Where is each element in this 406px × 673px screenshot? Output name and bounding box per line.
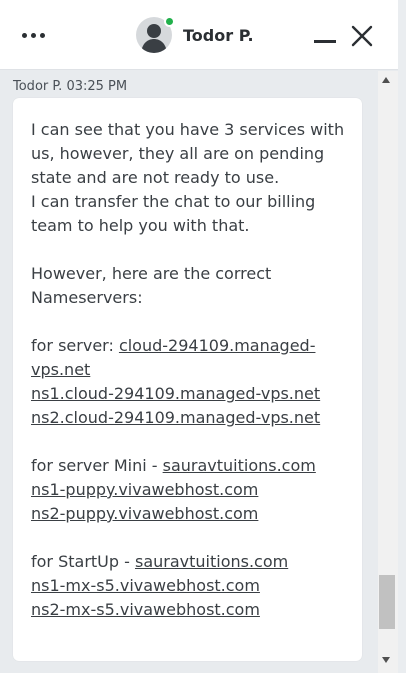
online-status-dot: [164, 16, 175, 27]
server-ns1-link[interactable]: ns1.cloud-294109.managed-vps.net: [31, 384, 320, 403]
close-icon[interactable]: [350, 24, 374, 48]
mini-ns2-link[interactable]: ns2-puppy.vivawebhost.com: [31, 504, 258, 523]
scroll-down-arrow-icon[interactable]: [382, 657, 390, 663]
server-ns2-link[interactable]: ns2.cloud-294109.managed-vps.net: [31, 408, 320, 427]
startup-domain-link[interactable]: sauravtuitions.com: [135, 552, 288, 571]
mini-line: for server Mini - sauravtuitions.com: [31, 454, 352, 478]
mini-ns1-link[interactable]: ns1-puppy.vivawebhost.com: [31, 480, 258, 499]
agent-info: Todor P.: [136, 16, 254, 54]
message-text: However, here are the correct Nameserver…: [31, 264, 272, 307]
server-line: for server: cloud-294109.managed-vps.net: [31, 334, 352, 382]
startup-ns1-link[interactable]: ns1-mx-s5.vivawebhost.com: [31, 576, 260, 595]
message-meta: Todor P. 03:25 PM: [13, 79, 128, 94]
message-bubble: I can see that you have 3 services with …: [13, 98, 362, 661]
minimize-icon[interactable]: [314, 40, 336, 43]
startup-label: for StartUp -: [31, 552, 135, 571]
mini-domain-link[interactable]: sauravtuitions.com: [163, 456, 316, 475]
message-text: I can see that you have 3 services with …: [31, 120, 345, 187]
window-edge: [398, 0, 406, 673]
more-options-icon[interactable]: [20, 28, 48, 42]
agent-name: Todor P.: [183, 25, 254, 45]
chat-header: Todor P.: [0, 0, 398, 70]
startup-ns2-link[interactable]: ns2-mx-s5.vivawebhost.com: [31, 600, 260, 619]
message-text: I can transfer the chat to our billing t…: [31, 192, 316, 235]
mini-label: for server Mini -: [31, 456, 163, 475]
server-label: for server:: [31, 336, 119, 355]
scroll-up-arrow-icon[interactable]: [382, 77, 390, 83]
startup-line: for StartUp - sauravtuitions.com: [31, 550, 352, 574]
scrollbar[interactable]: [378, 71, 398, 673]
chat-transcript[interactable]: Todor P. 03:25 PM I can see that you hav…: [0, 71, 378, 673]
scrollbar-thumb[interactable]: [379, 575, 395, 629]
